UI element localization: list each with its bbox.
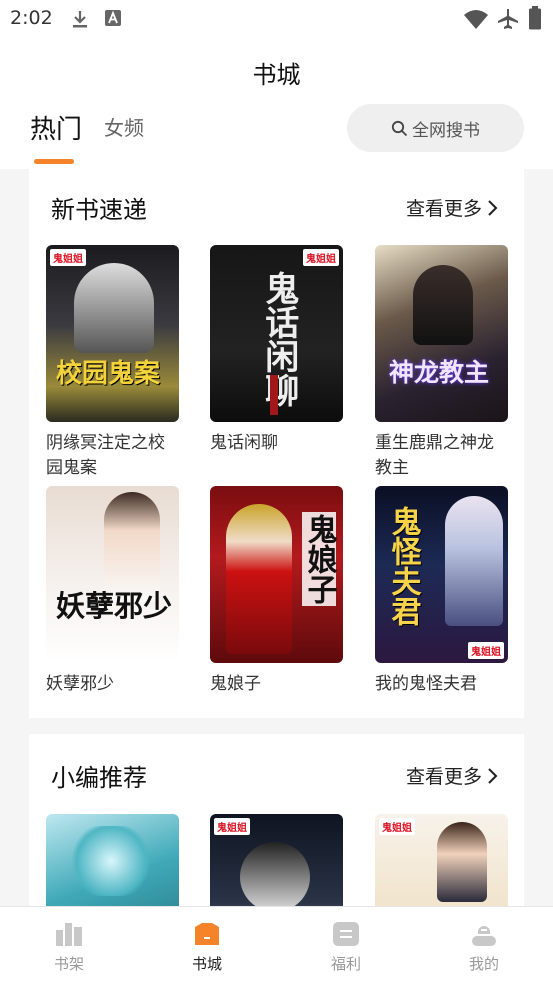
download-icon bbox=[73, 11, 87, 28]
page-title: 书城 bbox=[252, 61, 301, 89]
status-time: 2:02 bbox=[10, 7, 53, 29]
book-title: 重生鹿鼎之神龙教主 bbox=[375, 433, 494, 478]
view-more-button[interactable]: 查看更多 bbox=[406, 762, 498, 789]
active-tab-indicator bbox=[34, 159, 74, 164]
book-cover: 鬼娘子 bbox=[210, 486, 343, 663]
book-title: 鬼话闲聊 bbox=[210, 433, 278, 453]
welfare-icon bbox=[333, 922, 359, 946]
tab-hot[interactable]: 热门 bbox=[30, 109, 82, 146]
book-cover: 神龙教主 bbox=[375, 245, 508, 422]
book-card[interactable]: 妖孽邪少 妖孽邪少 bbox=[46, 486, 179, 697]
nav-bookshelf[interactable]: 书架 bbox=[29, 921, 109, 974]
view-more-button[interactable]: 查看更多 bbox=[406, 194, 498, 221]
airplane-mode-icon bbox=[498, 9, 518, 29]
book-cover: 妖孽邪少 bbox=[46, 486, 179, 663]
cover-dragon-art bbox=[66, 826, 156, 896]
cover-figure bbox=[445, 496, 503, 626]
view-more-label: 查看更多 bbox=[405, 766, 482, 788]
status-bar: 2:02 bbox=[0, 0, 553, 38]
nav-label: 书城 bbox=[191, 955, 222, 973]
cover-brand-logo: 鬼姐姐 bbox=[214, 818, 250, 835]
section-new-books: 新书速递 查看更多 鬼姐姐 校园鬼案 阴缘冥注定之校园鬼案 鬼姐姐 鬼话闲聊 鬼… bbox=[29, 169, 524, 718]
tab-female[interactable]: 女频 bbox=[104, 112, 144, 141]
cover-brand-logo: 鬼姐姐 bbox=[50, 249, 86, 266]
cover-brand-logo: 鬼姐姐 bbox=[468, 642, 504, 659]
cover-brand-logo: 鬼姐姐 bbox=[303, 249, 339, 266]
cover-figure bbox=[437, 822, 487, 902]
nav-welfare[interactable]: 福利 bbox=[306, 921, 386, 974]
wifi-icon bbox=[464, 10, 488, 29]
cover-figure bbox=[74, 263, 154, 353]
search-button[interactable]: 全网搜书 bbox=[347, 104, 524, 152]
cover-title-art: 神龙教主 bbox=[389, 358, 490, 387]
view-more-label: 查看更多 bbox=[405, 198, 482, 220]
section-title: 小编推荐 bbox=[51, 764, 147, 792]
book-card[interactable]: 鬼怪夫君 鬼姐姐 我的鬼怪夫君 bbox=[375, 486, 508, 697]
battery-icon bbox=[529, 6, 541, 30]
book-card[interactable]: 鬼姐姐 校园鬼案 阴缘冥注定之校园鬼案 bbox=[46, 245, 179, 481]
book-card[interactable]: 神龙教主 重生鹿鼎之神龙教主 bbox=[375, 245, 508, 481]
book-card[interactable]: 鬼姐姐 鬼话闲聊 鬼话闲聊 bbox=[210, 245, 343, 456]
cover-title-art: 妖孽邪少 bbox=[56, 589, 173, 623]
book-cover: 鬼姐姐 校园鬼案 bbox=[46, 245, 179, 422]
bookstore-icon bbox=[195, 923, 219, 945]
nav-label: 福利 bbox=[330, 955, 361, 973]
book-title: 阴缘冥注定之校园鬼案 bbox=[46, 433, 165, 478]
cover-figure bbox=[226, 504, 292, 654]
cover-blood-drip bbox=[270, 375, 278, 415]
book-cover: 鬼姐姐 鬼话闲聊 bbox=[210, 245, 343, 422]
nav-bookstore[interactable]: 书城 bbox=[167, 921, 247, 974]
book-card[interactable]: 鬼娘子 鬼娘子 bbox=[210, 486, 343, 697]
cover-figure bbox=[240, 842, 310, 912]
book-title: 我的鬼怪夫君 bbox=[375, 674, 477, 694]
cover-title-art: 校园鬼案 bbox=[56, 359, 161, 389]
book-title: 鬼娘子 bbox=[210, 674, 261, 694]
cover-brand-logo: 鬼姐姐 bbox=[379, 818, 415, 835]
section-title: 新书速递 bbox=[51, 196, 147, 224]
nav-label: 我的 bbox=[468, 955, 499, 973]
cover-title-art: 鬼娘子 bbox=[301, 512, 337, 606]
book-cover: 鬼怪夫君 鬼姐姐 bbox=[375, 486, 508, 663]
cover-figure bbox=[413, 265, 473, 345]
bottom-nav: 书架 书城 福利 我的 bbox=[0, 906, 553, 984]
header: 书城 热门 女频 全网搜书 bbox=[0, 38, 553, 169]
search-icon bbox=[391, 120, 408, 136]
chevron-right-icon bbox=[488, 767, 498, 784]
book-title: 妖孽邪少 bbox=[46, 674, 114, 694]
bookshelf-icon bbox=[56, 923, 82, 946]
cover-title-art: 鬼怪夫君 bbox=[385, 506, 421, 626]
nav-label: 书架 bbox=[53, 955, 84, 973]
profile-icon bbox=[472, 926, 496, 946]
nav-profile[interactable]: 我的 bbox=[444, 921, 524, 974]
notification-a-icon bbox=[105, 10, 121, 26]
search-label: 全网搜书 bbox=[412, 120, 480, 141]
chevron-right-icon bbox=[488, 199, 498, 216]
